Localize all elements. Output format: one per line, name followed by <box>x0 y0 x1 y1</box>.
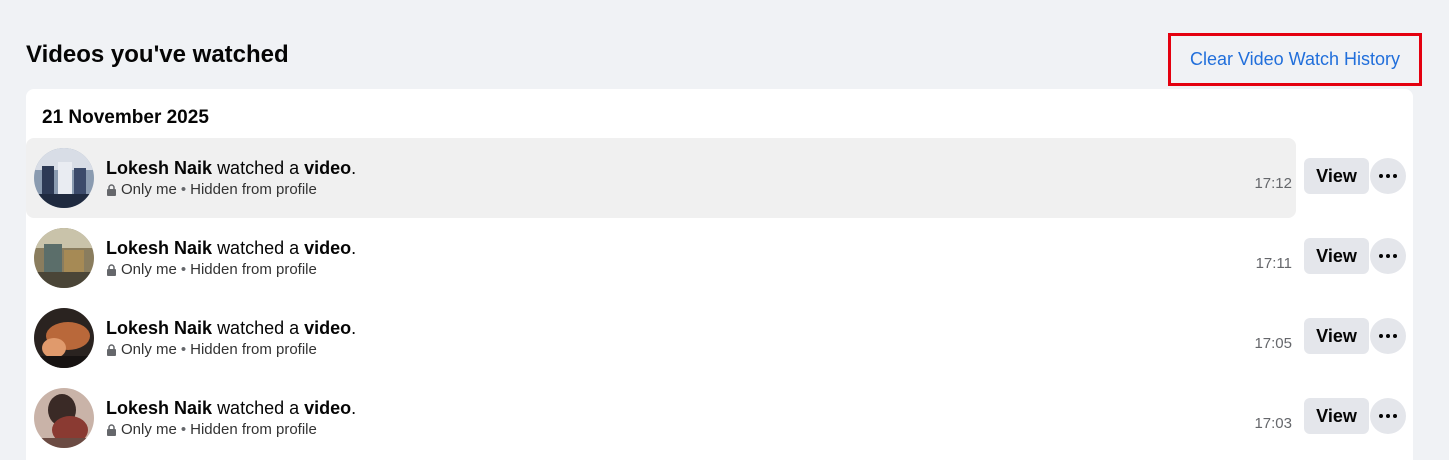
sentence-end: . <box>351 318 357 338</box>
privacy-label: Only me <box>121 181 177 198</box>
visibility-label: Hidden from profile <box>190 341 317 358</box>
avatar-thumbnail-icon <box>34 388 94 448</box>
separator: • <box>180 421 187 438</box>
user-name[interactable]: Lokesh Naik <box>106 398 212 418</box>
user-name[interactable]: Lokesh Naik <box>106 318 212 338</box>
lock-icon <box>107 184 116 196</box>
view-button[interactable]: View <box>1304 158 1369 194</box>
video-link[interactable]: video <box>304 398 351 418</box>
privacy-label: Only me <box>121 341 177 358</box>
more-options-button[interactable] <box>1370 398 1406 434</box>
sentence-end: . <box>351 158 357 178</box>
separator: • <box>180 181 187 198</box>
action-text: watched a <box>217 398 300 418</box>
history-row[interactable]: Lokesh Naik watched a video. Only me • H… <box>26 298 1296 378</box>
more-options-button[interactable] <box>1370 318 1406 354</box>
history-row[interactable]: Lokesh Naik watched a video. Only me • H… <box>26 218 1296 298</box>
history-row[interactable]: Lokesh Naik watched a video. Only me • H… <box>26 378 1296 458</box>
history-row[interactable]: Lokesh Naik watched a video. Only me • H… <box>26 138 1296 218</box>
sentence-end: . <box>351 398 357 418</box>
privacy-label: Only me <box>121 421 177 438</box>
timestamp: 17:11 <box>1255 255 1292 272</box>
user-name[interactable]: Lokesh Naik <box>106 158 212 178</box>
timestamp: 17:03 <box>1254 415 1292 432</box>
more-options-button[interactable] <box>1370 158 1406 194</box>
clear-video-watch-history-link[interactable]: Clear Video Watch History <box>1168 33 1422 86</box>
lock-icon <box>107 424 116 436</box>
timestamp: 17:12 <box>1254 175 1292 192</box>
history-card: 21 November 2025 Lokesh Naik watched a v… <box>26 89 1413 460</box>
avatar[interactable] <box>34 228 94 288</box>
sentence-end: . <box>351 238 357 258</box>
avatar-thumbnail-icon <box>34 228 94 288</box>
avatar-thumbnail-icon <box>34 308 94 368</box>
more-options-button[interactable] <box>1370 238 1406 274</box>
separator: • <box>180 341 187 358</box>
video-link[interactable]: video <box>304 238 351 258</box>
privacy-label: Only me <box>121 261 177 278</box>
view-button[interactable]: View <box>1304 398 1369 434</box>
video-link[interactable]: video <box>304 158 351 178</box>
view-button[interactable]: View <box>1304 238 1369 274</box>
video-link[interactable]: video <box>304 318 351 338</box>
lock-icon <box>107 344 116 356</box>
visibility-label: Hidden from profile <box>190 261 317 278</box>
avatar[interactable] <box>34 388 94 448</box>
view-button[interactable]: View <box>1304 318 1369 354</box>
more-icon <box>1378 334 1399 338</box>
more-icon <box>1378 254 1399 258</box>
avatar[interactable] <box>34 148 94 208</box>
user-name[interactable]: Lokesh Naik <box>106 238 212 258</box>
visibility-label: Hidden from profile <box>190 181 317 198</box>
page-title: Videos you've watched <box>26 41 289 68</box>
separator: • <box>180 261 187 278</box>
visibility-label: Hidden from profile <box>190 421 317 438</box>
avatar-thumbnail-icon <box>34 148 94 208</box>
date-heading: 21 November 2025 <box>42 107 209 128</box>
action-text: watched a <box>217 158 300 178</box>
more-icon <box>1378 414 1399 418</box>
action-text: watched a <box>217 238 300 258</box>
more-icon <box>1378 174 1399 178</box>
action-text: watched a <box>217 318 300 338</box>
timestamp: 17:05 <box>1254 335 1292 352</box>
lock-icon <box>107 264 116 276</box>
avatar[interactable] <box>34 308 94 368</box>
video-history-page: Videos you've watched Clear Video Watch … <box>0 0 1449 460</box>
